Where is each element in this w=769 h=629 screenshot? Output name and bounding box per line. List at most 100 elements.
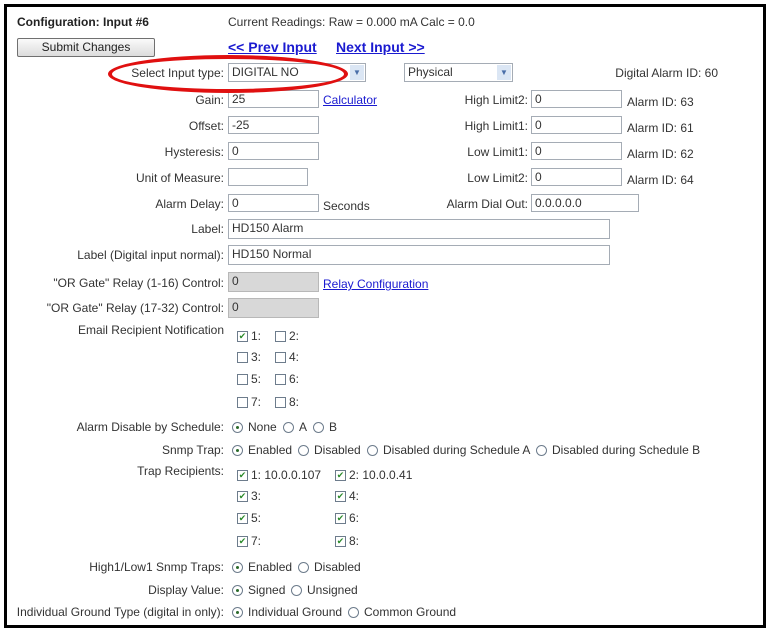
schedule-option-label: None xyxy=(248,420,277,434)
email-checkbox-label: 3: xyxy=(251,350,262,364)
snmp-option-label: Enabled xyxy=(248,443,293,457)
current-readings: Current Readings: Raw = 0.000 mA Calc = … xyxy=(228,15,475,29)
schedule-radio-b[interactable] xyxy=(313,422,324,433)
hysteresis-label: Hysteresis: xyxy=(164,145,224,159)
email-checkbox-1[interactable]: ✔ xyxy=(237,331,248,342)
trap-checkbox-1[interactable]: ✔ xyxy=(237,470,248,481)
trap-checkbox-8[interactable]: ✔ xyxy=(335,536,346,547)
email-checkbox-label: 5: xyxy=(251,372,262,386)
snmp-option-label: Disabled xyxy=(314,443,361,457)
trap-checkbox-2[interactable]: ✔ xyxy=(335,470,346,481)
trap-checkbox-label: 7: xyxy=(251,534,262,548)
relay-1-16-label: "OR Gate" Relay (1-16) Control: xyxy=(53,276,224,290)
snmp-radio-disabled-during-schedule-b[interactable] xyxy=(536,445,547,456)
trap-checkbox-5[interactable]: ✔ xyxy=(237,513,248,524)
trap-checkbox-7[interactable]: ✔ xyxy=(237,536,248,547)
trap-checkbox-3[interactable]: ✔ xyxy=(237,491,248,502)
gain-label: Gain: xyxy=(195,93,224,107)
ground-radio-common-ground[interactable] xyxy=(348,607,359,618)
trap-checkbox-4[interactable]: ✔ xyxy=(335,491,346,502)
email-checkbox-3[interactable] xyxy=(237,352,248,363)
schedule-radio-a[interactable] xyxy=(283,422,294,433)
alarm-dial-out-input[interactable]: 0.0.0.0.0 xyxy=(531,194,639,212)
snmp-option-label: Disabled during Schedule B xyxy=(552,443,701,457)
email-checkbox-7[interactable] xyxy=(237,397,248,408)
page-title: Configuration: Input #6 xyxy=(17,15,149,29)
high-limit2-input[interactable]: 0 xyxy=(531,90,622,108)
email-checkbox-label: 1: xyxy=(251,329,262,343)
seconds-label: Seconds xyxy=(323,199,370,213)
hilo-option-label: Enabled xyxy=(248,560,293,574)
relay-configuration-link[interactable]: Relay Configuration xyxy=(323,276,428,292)
alarm-delay-input[interactable]: 0 xyxy=(228,194,319,212)
gain-input[interactable]: 25 xyxy=(228,90,319,108)
offset-input[interactable]: -25 xyxy=(228,116,319,134)
low-limit2-input[interactable]: 0 xyxy=(531,168,622,186)
schedule-option-label: A xyxy=(299,420,308,434)
display-radio-signed[interactable] xyxy=(232,585,243,596)
email-checkbox-5[interactable] xyxy=(237,374,248,385)
alarm-disable-schedule-label: Alarm Disable by Schedule: xyxy=(76,420,224,434)
high-limit2-alarm-id: Alarm ID: 63 xyxy=(627,95,694,109)
chevron-down-icon: ▼ xyxy=(497,65,511,80)
ground-radio-individual-ground[interactable] xyxy=(232,607,243,618)
label-input[interactable]: HD150 Alarm xyxy=(228,219,610,239)
high-limit1-input[interactable]: 0 xyxy=(531,116,622,134)
schedule-radio-none[interactable] xyxy=(232,422,243,433)
email-checkbox-2[interactable] xyxy=(275,331,286,342)
snmp-radio-disabled[interactable] xyxy=(298,445,309,456)
trap-checkbox-label: 8: xyxy=(349,534,360,548)
email-checkbox-8[interactable] xyxy=(275,397,286,408)
trap-recipients-label: Trap Recipients: xyxy=(137,464,224,478)
low-limit2-label: Low Limit2: xyxy=(467,171,528,185)
low-limit1-input[interactable]: 0 xyxy=(531,142,622,160)
email-checkbox-6[interactable] xyxy=(275,374,286,385)
unit-of-measure-input[interactable] xyxy=(228,168,308,186)
calculator-link[interactable]: Calculator xyxy=(323,92,377,108)
display-option-label: Unsigned xyxy=(307,583,358,597)
low-limit1-alarm-id: Alarm ID: 62 xyxy=(627,147,694,161)
email-checkbox-label: 2: xyxy=(289,329,300,343)
email-checkbox-4[interactable] xyxy=(275,352,286,363)
email-notification-label: Email Recipient Notification xyxy=(77,323,224,337)
input-type-select[interactable]: DIGITAL NO ▼ xyxy=(228,63,366,82)
display-radio-unsigned[interactable] xyxy=(291,585,302,596)
relay-17-32-input: 0 xyxy=(228,298,319,318)
hilo-radio-disabled[interactable] xyxy=(298,562,309,573)
high1-low1-traps-label: High1/Low1 Snmp Traps: xyxy=(89,560,224,574)
label-normal-input[interactable]: HD150 Normal xyxy=(228,245,610,265)
relay-1-16-input: 0 xyxy=(228,272,319,292)
hysteresis-input[interactable]: 0 xyxy=(228,142,319,160)
alarm-delay-label: Alarm Delay: xyxy=(155,197,224,211)
input-type-value: DIGITAL NO xyxy=(232,65,299,79)
trap-checkbox-label: 5: xyxy=(251,511,262,525)
snmp-radio-disabled-during-schedule-a[interactable] xyxy=(367,445,378,456)
prev-input-link[interactable]: << Prev Input xyxy=(228,39,317,55)
offset-label: Offset: xyxy=(188,119,224,133)
low-limit1-label: Low Limit1: xyxy=(467,145,528,159)
source-select[interactable]: Physical ▼ xyxy=(404,63,513,82)
alarm-dial-out-label: Alarm Dial Out: xyxy=(446,197,528,211)
schedule-option-label: B xyxy=(329,420,338,434)
hilo-option-label: Disabled xyxy=(314,560,361,574)
ground-option-label: Individual Ground xyxy=(248,605,343,619)
chevron-down-icon: ▼ xyxy=(350,65,364,80)
ground-type-label: Individual Ground Type (digital in only)… xyxy=(16,605,224,619)
source-value: Physical xyxy=(408,65,453,79)
relay-17-32-label: "OR Gate" Relay (17-32) Control: xyxy=(46,301,224,315)
display-option-label: Signed xyxy=(248,583,286,597)
trap-checkbox-label: 1: 10.0.0.107 xyxy=(251,468,322,482)
trap-checkbox-6[interactable]: ✔ xyxy=(335,513,346,524)
label-label: Label: xyxy=(191,222,224,236)
display-value-label: Display Value: xyxy=(148,583,224,597)
low-limit2-alarm-id: Alarm ID: 64 xyxy=(627,173,694,187)
digital-alarm-id: Digital Alarm ID: 60 xyxy=(615,66,718,80)
email-checkbox-label: 4: xyxy=(289,350,300,364)
high-limit1-label: High Limit1: xyxy=(464,119,528,133)
snmp-radio-enabled[interactable] xyxy=(232,445,243,456)
hilo-radio-enabled[interactable] xyxy=(232,562,243,573)
next-input-link[interactable]: Next Input >> xyxy=(336,39,425,55)
trap-checkbox-label: 2: 10.0.0.41 xyxy=(349,468,413,482)
submit-changes-button[interactable]: Submit Changes xyxy=(17,38,155,57)
email-checkbox-label: 8: xyxy=(289,395,300,409)
